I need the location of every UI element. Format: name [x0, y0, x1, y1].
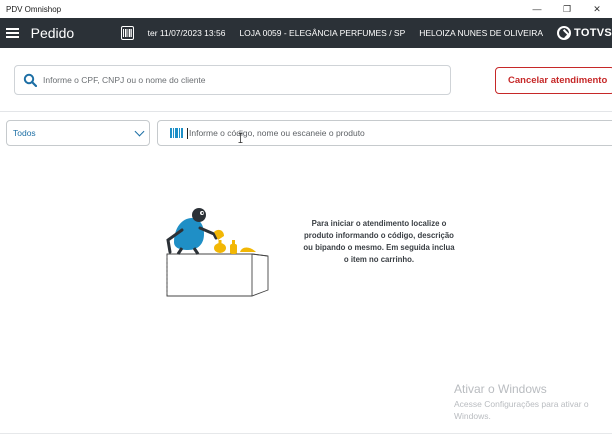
totvs-logo: TOTVS [557, 26, 612, 40]
seller-with-perfumes-illustration [166, 208, 269, 297]
divider [0, 111, 612, 112]
windows-activation-title: Ativar o Windows [454, 382, 547, 396]
bottom-border [0, 433, 612, 434]
restore-button[interactable]: ❐ [552, 0, 582, 18]
search-icon [23, 73, 37, 87]
filter-selected-value: Todos [13, 128, 36, 138]
barcode-icon [170, 128, 183, 138]
text-caret [187, 127, 188, 139]
windows-activation-subtitle: Acesse Configurações para ativar o Windo… [454, 399, 589, 421]
product-search-field[interactable]: Informe o código, nome ou escaneie o pro… [157, 120, 612, 146]
header-store: LOJA 0059 - ELEGÂNCIA PERFUMES / SP [239, 28, 406, 38]
text-cursor-icon [238, 133, 243, 143]
empty-state-message: Para iniciar o atendimento localize o pr… [303, 219, 455, 264]
barcode-scanner-icon[interactable] [121, 26, 134, 40]
client-search-placeholder: Informe o CPF, CNPJ ou o nome do cliente [43, 75, 206, 85]
app-header: Pedido ter 11/07/2023 13:56 LOJA 0059 - … [0, 18, 612, 48]
close-button[interactable]: ✕ [582, 0, 612, 18]
cancel-service-button[interactable]: Cancelar atendimento [495, 67, 612, 94]
product-search-placeholder: Informe o código, nome ou escaneie o pro… [189, 128, 365, 138]
header-user: HELOIZA NUNES DE OLIVEIRA [419, 28, 544, 38]
client-search-field[interactable]: Informe o CPF, CNPJ ou o nome do cliente [14, 65, 451, 95]
app-window: PDV Omnishop — ❐ ✕ Pedido ter 11/07/2023… [0, 0, 612, 438]
totvs-logo-icon [557, 26, 572, 40]
window-title: PDV Omnishop [6, 4, 62, 14]
brand-name: TOTVS [574, 27, 612, 39]
product-filter-select[interactable]: Todos [6, 120, 150, 146]
page-title: Pedido [30, 25, 75, 41]
minimize-button[interactable]: — [522, 0, 552, 18]
hamburger-menu-icon[interactable] [0, 18, 25, 48]
header-datetime: ter 11/07/2023 13:56 [147, 28, 226, 38]
title-bar: PDV Omnishop — ❐ ✕ [0, 0, 612, 18]
chevron-down-icon [134, 126, 145, 137]
